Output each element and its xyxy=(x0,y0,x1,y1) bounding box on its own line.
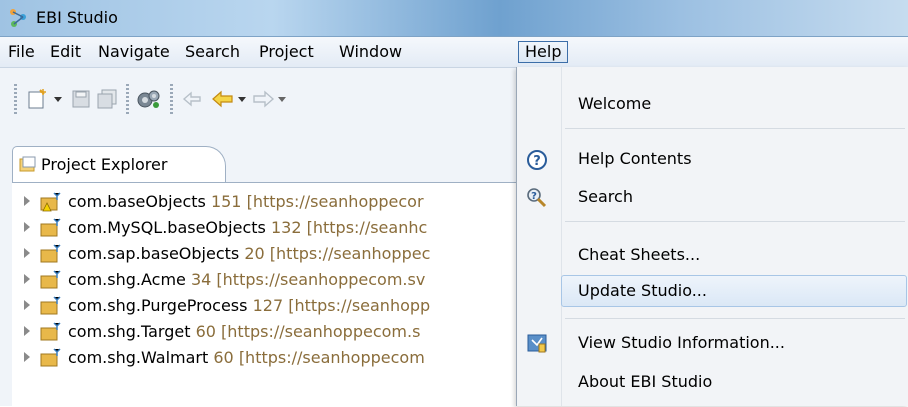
menu-item-about[interactable]: About EBI Studio xyxy=(517,365,908,399)
revision-count: 20 xyxy=(244,244,265,263)
project-icon xyxy=(40,244,61,263)
tab-project-explorer[interactable]: Project Explorer xyxy=(12,146,226,183)
search-help-icon: ? xyxy=(527,188,547,208)
tree-row[interactable]: com.shg.Acme 34 [https://seanhoppecom.sv xyxy=(12,267,520,293)
menu-item-welcome[interactable]: Welcome xyxy=(517,87,908,121)
menu-item-view-studio-information[interactable]: View Studio Information... xyxy=(517,326,908,360)
project-name: com.shg.Target xyxy=(68,322,191,341)
expand-arrow-icon[interactable] xyxy=(24,222,30,232)
project-name: com.shg.Acme xyxy=(68,270,186,289)
menu-separator xyxy=(565,318,905,319)
menu-item-label: Cheat Sheets... xyxy=(578,245,701,264)
menu-separator xyxy=(565,221,905,222)
project-icon xyxy=(40,218,61,237)
title-bar: EBI Studio xyxy=(0,0,908,37)
project-tree: com.baseObjects 151 [https://seanhoppeco… xyxy=(12,182,520,407)
menu-item-label: Welcome xyxy=(578,94,652,113)
window-title: EBI Studio xyxy=(36,8,118,27)
project-name: com.baseObjects xyxy=(68,192,206,211)
chevron-down-icon[interactable] xyxy=(276,88,288,110)
back-arrow-icon[interactable] xyxy=(210,88,236,110)
save-icon[interactable] xyxy=(70,88,92,110)
repository-url: [https://seanhoppecom xyxy=(238,348,425,367)
save-all-icon[interactable] xyxy=(96,88,118,110)
expand-arrow-icon[interactable] xyxy=(24,326,30,336)
revision-count: 132 xyxy=(270,218,302,237)
gears-icon[interactable] xyxy=(136,88,162,110)
chevron-down-icon[interactable] xyxy=(236,88,248,110)
project-explorer-icon xyxy=(19,156,36,172)
expand-arrow-icon[interactable] xyxy=(24,300,30,310)
revision-count: 151 xyxy=(210,192,242,211)
expand-arrow-icon[interactable] xyxy=(24,352,30,362)
menu-item-label: Help Contents xyxy=(578,149,692,168)
menu-item-search[interactable]: ? Search xyxy=(517,180,908,214)
revision-count: 60 xyxy=(195,322,216,341)
repository-url: [https://seanhoppecom.sv xyxy=(216,270,426,289)
project-icon xyxy=(40,348,61,367)
tab-label: Project Explorer xyxy=(41,155,168,174)
back-last-edit-icon[interactable] xyxy=(180,88,206,110)
menu-navigate[interactable]: Navigate xyxy=(92,41,176,63)
tree-row[interactable]: com.shg.Walmart 60 [https://seanhoppecom xyxy=(12,345,520,371)
project-explorer-view: Project Explorer com.baseObjects 151 [ht… xyxy=(0,138,520,407)
revision-count: 127 xyxy=(252,296,284,315)
tree-row[interactable]: com.baseObjects 151 [https://seanhoppeco… xyxy=(12,189,520,215)
menu-item-label: View Studio Information... xyxy=(578,333,785,352)
project-warning-icon xyxy=(40,192,61,212)
menu-separator xyxy=(565,128,905,129)
help-question-icon: ? xyxy=(527,150,547,170)
repository-url: [https://seanhoppecor xyxy=(246,192,424,211)
tree-row[interactable]: com.MySQL.baseObjects 132 [https://seanh… xyxy=(12,215,520,241)
menu-item-cheat-sheets[interactable]: Cheat Sheets... xyxy=(517,238,908,272)
toolbar-grip[interactable] xyxy=(170,84,173,114)
studio-information-icon xyxy=(527,334,547,353)
app-icon xyxy=(10,9,26,27)
project-name: com.shg.PurgeProcess xyxy=(68,296,248,315)
project-name: com.MySQL.baseObjects xyxy=(68,218,266,237)
menu-search[interactable]: Search xyxy=(179,41,246,63)
toolbar-grip[interactable] xyxy=(14,84,17,114)
repository-url: [https://seanhoppecom.s xyxy=(221,322,421,341)
project-icon xyxy=(40,270,61,289)
menu-window[interactable]: Window xyxy=(333,41,408,63)
revision-count: 60 xyxy=(213,348,234,367)
menu-item-label: Update Studio... xyxy=(578,281,707,300)
menu-bar: File Edit Navigate Search Project Window… xyxy=(0,37,908,68)
svg-text:?: ? xyxy=(533,154,541,169)
chevron-down-icon[interactable] xyxy=(52,88,64,110)
menu-help[interactable]: Help xyxy=(518,41,569,63)
expand-arrow-icon[interactable] xyxy=(24,196,30,206)
project-icon xyxy=(40,322,61,341)
repository-url: [https://seanhopp xyxy=(288,296,431,315)
project-icon xyxy=(40,296,61,315)
project-name: com.sap.baseObjects xyxy=(68,244,240,263)
repository-url: [https://seanhc xyxy=(306,218,428,237)
forward-arrow-icon[interactable] xyxy=(250,88,276,110)
menu-item-label: Search xyxy=(578,187,633,206)
new-icon[interactable] xyxy=(26,88,52,110)
menu-item-help-contents[interactable]: ? Help Contents xyxy=(517,142,908,176)
menu-project[interactable]: Project xyxy=(253,41,320,63)
menu-item-update-studio[interactable]: Update Studio... xyxy=(517,274,908,308)
menu-item-label: About EBI Studio xyxy=(578,372,713,391)
menu-file[interactable]: File xyxy=(2,41,41,63)
repository-url: [https://seanhoppec xyxy=(269,244,431,263)
tree-row[interactable]: com.shg.PurgeProcess 127 [https://seanho… xyxy=(12,293,520,319)
expand-arrow-icon[interactable] xyxy=(24,274,30,284)
menu-edit[interactable]: Edit xyxy=(44,41,87,63)
svg-text:?: ? xyxy=(531,191,537,202)
toolbar-grip[interactable] xyxy=(126,84,129,114)
project-name: com.shg.Walmart xyxy=(68,348,209,367)
help-menu: Welcome ? Help Contents ? Search Cheat S… xyxy=(516,67,908,406)
expand-arrow-icon[interactable] xyxy=(24,248,30,258)
tree-row[interactable]: com.shg.Target 60 [https://seanhoppecom.… xyxy=(12,319,520,345)
revision-count: 34 xyxy=(190,270,212,289)
tree-row[interactable]: com.sap.baseObjects 20 [https://seanhopp… xyxy=(12,241,520,267)
